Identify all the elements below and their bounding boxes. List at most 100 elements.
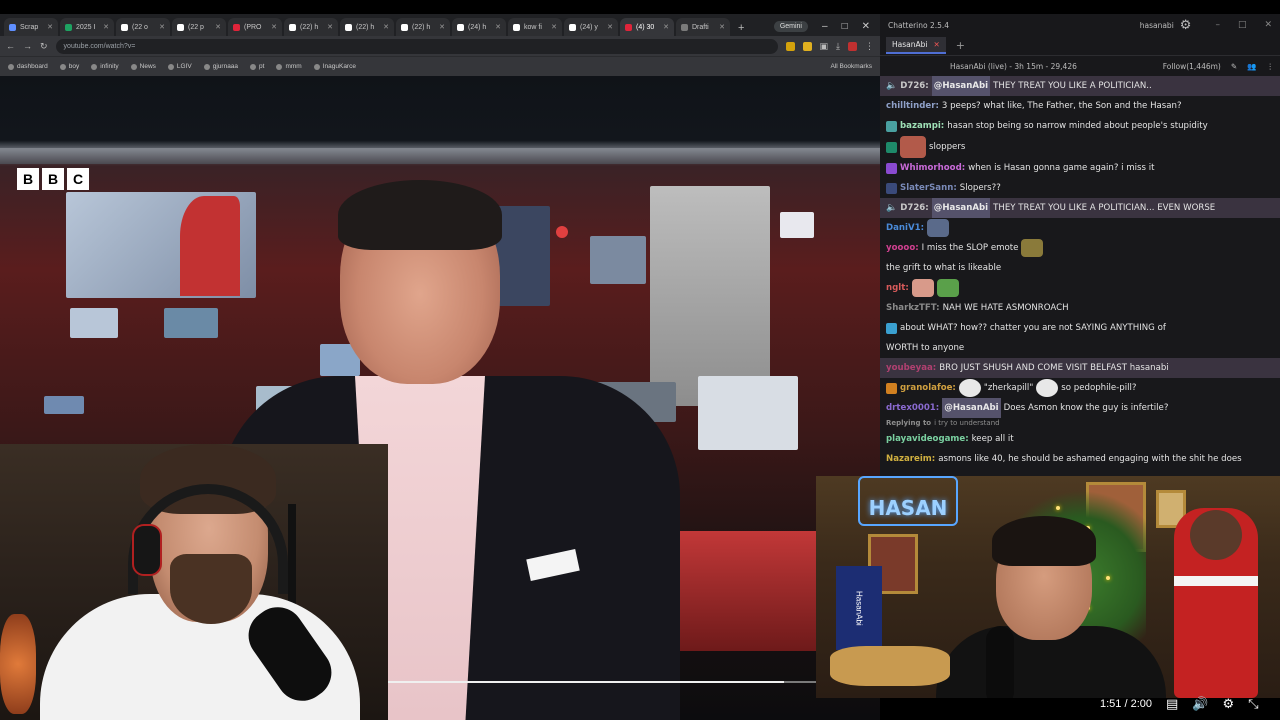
chat-message: about WHAT? how?? chatter you are not SA…	[886, 318, 1274, 338]
volume-icon[interactable]: 🔊	[1192, 696, 1208, 712]
browser-tab[interactable]: (22) h ✕	[396, 18, 450, 36]
progress-bar[interactable]	[388, 681, 816, 683]
chat-username[interactable]: bazampi:	[900, 116, 944, 136]
account-switcher[interactable]: hasanabi ⚙	[1140, 18, 1192, 33]
tab-label: Drafti	[692, 23, 709, 31]
minimize-icon[interactable]: –	[1215, 20, 1220, 30]
close-tab-icon[interactable]: ✕	[327, 23, 333, 31]
maximize-icon[interactable]: □	[1238, 20, 1247, 30]
browser-tab[interactable]: (24) h ✕	[452, 18, 506, 36]
chat-username[interactable]: Replying to	[886, 418, 931, 429]
address-bar[interactable]: youtube.com/watch?v=	[55, 38, 778, 54]
channel-banner: HasanAbi	[836, 566, 882, 650]
maximize-icon[interactable]: □	[842, 21, 848, 32]
favicon-icon	[233, 23, 240, 31]
exit-fullscreen-icon[interactable]: ⤡	[1248, 696, 1258, 712]
chat-username[interactable]: granolafoe:	[900, 378, 956, 398]
bookmark[interactable]: dashboard	[8, 63, 48, 70]
bookmark[interactable]: infinity	[91, 63, 119, 70]
menu-icon[interactable]: ⋮	[1267, 62, 1275, 71]
tab-label: kow fi	[524, 23, 542, 31]
browser-tab[interactable]: (24) y ✕	[564, 18, 618, 36]
chat-username[interactable]: Nazareim:	[886, 449, 935, 469]
close-icon[interactable]: ✕	[862, 21, 870, 32]
chat-mention[interactable]: @HasanAbi	[942, 398, 1001, 418]
browser-tab[interactable]: Scrap ✕	[4, 18, 58, 36]
close-tab-icon[interactable]: ✕	[47, 23, 53, 31]
close-tab-icon[interactable]: ✕	[607, 23, 613, 31]
close-tab-icon[interactable]: ✕	[383, 23, 389, 31]
menu-icon[interactable]: ⋮	[865, 41, 874, 52]
chat-username[interactable]: nglt:	[886, 278, 909, 298]
settings-icon[interactable]: ⚙	[1223, 696, 1235, 712]
chat-username[interactable]: SlaterSann:	[900, 178, 957, 198]
chat-mention[interactable]: @HasanAbi	[931, 76, 991, 96]
chat-username[interactable]: drtex0001:	[886, 398, 939, 418]
follow-button[interactable]: Follow(1,446m)	[1163, 62, 1221, 71]
minimize-icon[interactable]: –	[822, 21, 828, 32]
chat-username[interactable]: SharkzTFT:	[886, 298, 940, 318]
browser-tab[interactable]: Drafti ✕	[676, 18, 730, 36]
profile-icon[interactable]	[848, 41, 857, 51]
gear-icon[interactable]: ⚙	[1180, 18, 1192, 33]
chat-username[interactable]: Whimorhood:	[900, 158, 965, 178]
chat-message: chilltinder: 3 peeps? what like, The Fath…	[886, 96, 1274, 116]
new-tab-button[interactable]: +	[732, 22, 750, 36]
forward-icon[interactable]: →	[23, 41, 32, 51]
bookmark-icon	[167, 63, 174, 70]
download-icon[interactable]: ⤓	[836, 41, 840, 52]
extension-icon[interactable]	[785, 41, 795, 51]
chat-username[interactable]: chilltinder:	[886, 96, 939, 116]
close-tab-icon[interactable]: ✕	[551, 23, 557, 31]
browser-tab[interactable]: (22 p ✕	[172, 18, 226, 36]
chat-username[interactable]: youbeyaa:	[886, 358, 936, 378]
browser-tab[interactable]: (22) h ✕	[284, 18, 338, 36]
close-tab-icon[interactable]: ✕	[933, 40, 939, 49]
users-icon[interactable]: 👥	[1247, 62, 1256, 71]
browser-tab[interactable]: (PRO ✕	[228, 18, 282, 36]
reload-icon[interactable]: ↻	[40, 41, 48, 52]
chat-mention[interactable]: @HasanAbi	[931, 198, 991, 218]
chat-username[interactable]: DaniV1:	[886, 218, 924, 238]
screen: Scrap ✕ 2025 I ✕ (22 o ✕ (22 p ✕ (PRO ✕ (22) h ✕ (22…	[0, 0, 1280, 720]
browser-tab[interactable]: (22) h ✕	[340, 18, 394, 36]
window-controls: Gemini – □ ✕	[764, 21, 880, 36]
tab-hasanabi[interactable]: HasanAbi ✕	[886, 37, 946, 54]
chat-username[interactable]: yoooo:	[886, 238, 919, 258]
chat-username[interactable]: D726:	[900, 76, 929, 96]
close-tab-icon[interactable]: ✕	[719, 23, 725, 31]
close-tab-icon[interactable]: ✕	[159, 23, 165, 31]
browser-tab[interactable]: 2025 I ✕	[60, 18, 114, 36]
bookmark[interactable]: InaguKarce	[313, 63, 356, 70]
close-tab-icon[interactable]: ✕	[215, 23, 221, 31]
back-icon[interactable]: ←	[6, 41, 15, 51]
pencil-icon[interactable]: ✎	[1231, 62, 1237, 71]
browser-tab[interactable]: (4) 30 ✕	[620, 18, 674, 36]
bookmark[interactable]: gjurnaaa	[203, 63, 238, 70]
browser-tab[interactable]: kow fi ✕	[508, 18, 562, 36]
gemini-button[interactable]: Gemini	[773, 21, 808, 32]
chat-username[interactable]: D726:	[900, 198, 929, 218]
chat-text: BRO JUST SHUSH AND COME VISIT BELFAST ha…	[939, 363, 1169, 373]
close-tab-icon[interactable]: ✕	[663, 23, 669, 31]
add-tab-button[interactable]: +	[956, 39, 965, 52]
captions-icon[interactable]: ▤	[1166, 696, 1178, 712]
bookmark[interactable]: mmm	[276, 63, 302, 70]
bookmark[interactable]: LGIV	[167, 63, 192, 70]
studio-light	[556, 226, 568, 238]
bookmark[interactable]: boy	[59, 63, 79, 70]
all-bookmarks[interactable]: All Bookmarks	[830, 63, 872, 70]
bookmark[interactable]: pt	[250, 63, 264, 70]
close-tab-icon[interactable]: ✕	[495, 23, 501, 31]
close-tab-icon[interactable]: ✕	[271, 23, 277, 31]
close-tab-icon[interactable]: ✕	[439, 23, 445, 31]
user-badge-icon	[886, 120, 897, 132]
close-tab-icon[interactable]: ✕	[103, 23, 109, 31]
bookmark[interactable]: News	[130, 63, 156, 70]
bookmark-icon	[313, 63, 320, 70]
chat-username[interactable]: playavideogame:	[886, 429, 969, 449]
close-icon[interactable]: ✕	[1264, 20, 1272, 30]
browser-tab[interactable]: (22 o ✕	[116, 18, 170, 36]
extension-icon[interactable]	[802, 41, 812, 51]
extensions-icon[interactable]: ▣	[820, 41, 829, 52]
